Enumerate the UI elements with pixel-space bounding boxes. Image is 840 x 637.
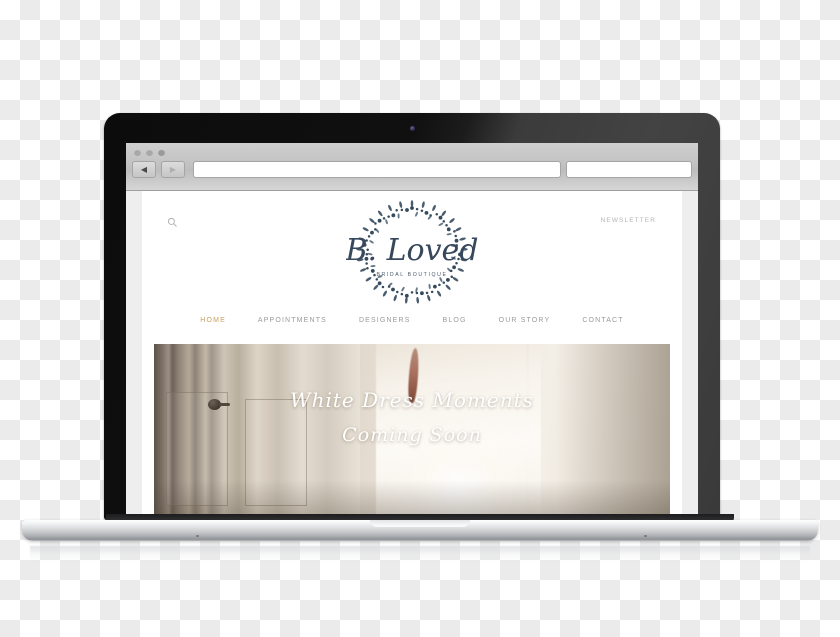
laptop-latch-notch (370, 520, 470, 527)
site-logo[interactable]: B. Loved BRIDAL BOUTIQUE (346, 198, 478, 310)
nav-item-designers[interactable]: DESIGNERS (359, 317, 411, 324)
laptop-reflection (30, 546, 810, 562)
minimize-icon[interactable] (146, 149, 153, 156)
mockup-canvas: ◀ ▶ NEWSLETTER B. Loved BRIDAL BOUTIQUE … (0, 0, 840, 637)
maximize-icon[interactable] (158, 149, 165, 156)
address-bar[interactable] (193, 161, 561, 178)
close-icon[interactable] (134, 149, 141, 156)
window-controls[interactable] (134, 149, 165, 156)
nav-item-contact[interactable]: CONTACT (582, 317, 623, 324)
browser-search-field[interactable] (566, 161, 692, 178)
browser-window: ◀ ▶ NEWSLETTER B. Loved BRIDAL BOUTIQUE … (126, 143, 698, 520)
laptop-device: ◀ ▶ NEWSLETTER B. Loved BRIDAL BOUTIQUE … (104, 113, 720, 520)
hero-image (154, 344, 670, 520)
forward-button[interactable]: ▶ (161, 161, 185, 178)
logo-tagline-text: BRIDAL BOUTIQUE (376, 272, 447, 278)
browser-chrome: ◀ ▶ (126, 143, 698, 191)
laptop-screen-bezel: ◀ ▶ NEWSLETTER B. Loved BRIDAL BOUTIQUE … (104, 113, 720, 520)
newsletter-link[interactable]: NEWSLETTER (601, 217, 656, 224)
site-page: NEWSLETTER B. Loved BRIDAL BOUTIQUE HOME… (142, 191, 682, 520)
search-icon[interactable] (167, 215, 178, 227)
nav-item-appointments[interactable]: APPOINTMENTS (258, 317, 327, 324)
browser-toolbar: ◀ ▶ (132, 161, 692, 178)
main-navigation: HOME APPOINTMENTS DESIGNERS BLOG OUR STO… (142, 317, 682, 324)
laptop-base (22, 514, 818, 546)
back-button[interactable]: ◀ (132, 161, 156, 178)
logo-brand-text: B. Loved (346, 233, 478, 268)
hero-banner[interactable]: White Dress Moments Coming Soon (154, 344, 670, 520)
nav-item-blog[interactable]: BLOG (443, 317, 467, 324)
nav-item-home[interactable]: HOME (200, 317, 226, 324)
webcam-icon (409, 126, 415, 131)
nav-item-our-story[interactable]: OUR STORY (499, 317, 551, 324)
website-viewport: NEWSLETTER B. Loved BRIDAL BOUTIQUE HOME… (126, 191, 698, 520)
